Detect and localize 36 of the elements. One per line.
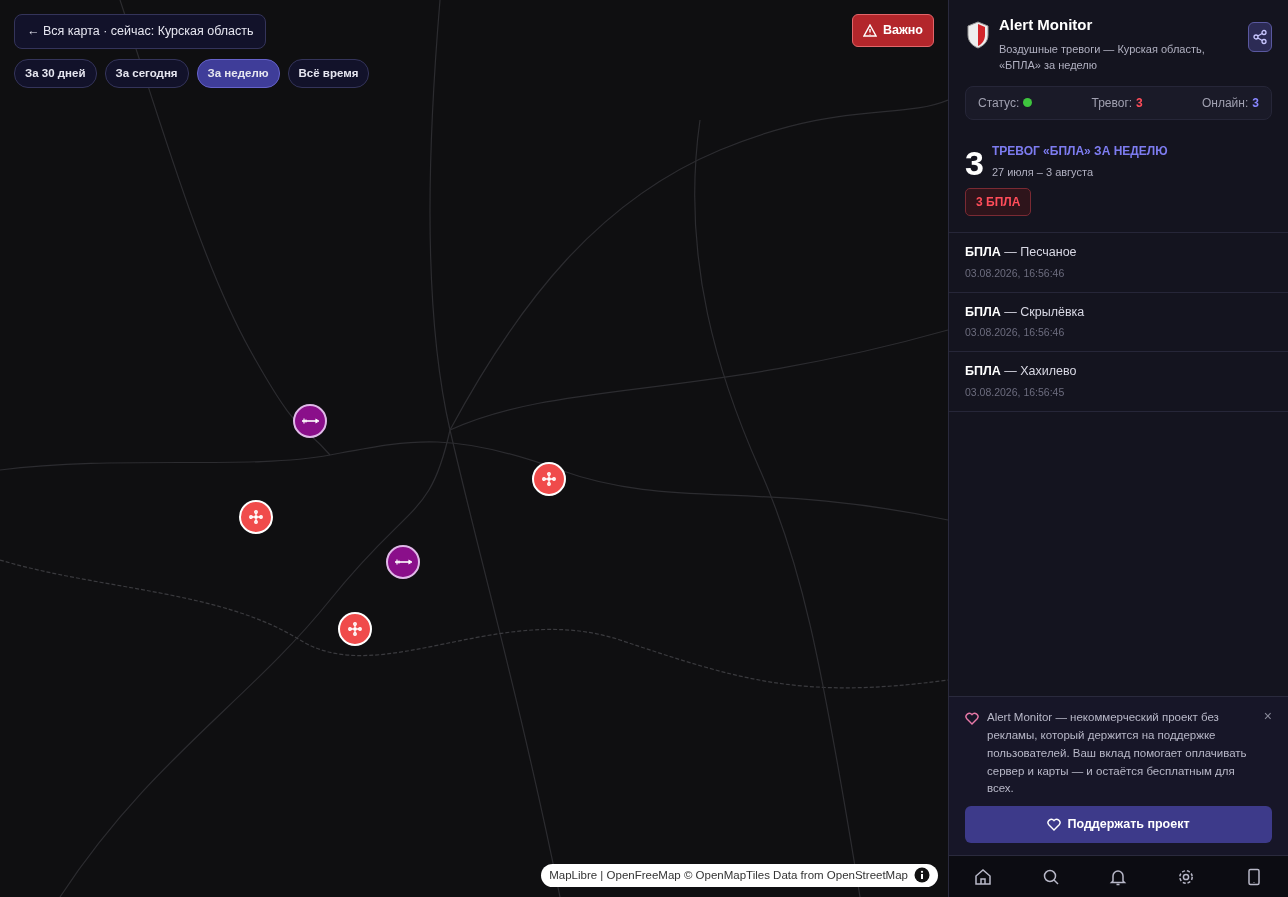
attribution-text: MapLibre | OpenFreeMap © OpenMapTiles Data from OpenStreetMap bbox=[549, 867, 908, 883]
heart-icon bbox=[965, 712, 979, 726]
alert-title[interactable]: БПЛА — Скрылёвка bbox=[965, 302, 1272, 322]
drone-icon bbox=[248, 509, 264, 525]
home-icon bbox=[972, 866, 993, 887]
alerts-count: 3 bbox=[1136, 94, 1143, 112]
warning-icon bbox=[862, 23, 877, 37]
back-button[interactable]: ← Вся карта · сейчас: Курская область bbox=[14, 14, 267, 49]
online-count: 3 bbox=[1252, 94, 1259, 112]
app-subtitle: Воздушные тревоги — Курская область, «БПЛА» за неделю bbox=[999, 41, 1206, 73]
shield-logo-icon bbox=[965, 20, 991, 50]
share-button[interactable] bbox=[1248, 22, 1272, 52]
alert-time: 03.08.2026, 16:56:46 bbox=[965, 325, 1066, 341]
drone-icon bbox=[347, 621, 363, 637]
drone-count-tag: 3 БПЛА bbox=[965, 188, 1032, 216]
support-button[interactable]: Поддержать проект bbox=[965, 806, 1272, 843]
heart-icon bbox=[1047, 818, 1062, 832]
alert-title[interactable]: БПЛА — Хахилево bbox=[965, 362, 1272, 381]
app-title: Alert Monitor bbox=[999, 15, 1094, 35]
summary-title: ТРЕВОГ «БПЛА» ЗА НЕДЕЛЮ bbox=[991, 142, 1168, 160]
info-icon[interactable] bbox=[914, 867, 930, 884]
missile-icon bbox=[301, 417, 319, 425]
share-icon bbox=[1252, 29, 1268, 45]
alert-time: 03.08.2026, 16:56:46 bbox=[965, 265, 1066, 281]
alert-total: 3 bbox=[965, 145, 984, 180]
status-label: Статус: bbox=[978, 94, 1020, 112]
alert-time: 03.08.2026, 16:56:45 bbox=[965, 384, 1066, 400]
alert-title[interactable]: БПЛА — Песчаное bbox=[965, 243, 1272, 262]
close-button[interactable]: × bbox=[1263, 709, 1272, 724]
online-label: Онлайн: bbox=[1202, 94, 1249, 112]
drone-icon bbox=[541, 471, 557, 487]
alerts-label: Тревог: bbox=[1091, 94, 1133, 112]
date-range: 27 июля – 3 августа bbox=[991, 164, 1095, 180]
missile-icon bbox=[394, 558, 412, 566]
important-button[interactable]: Важно bbox=[851, 14, 934, 47]
support-message: Alert Monitor — некоммерческий проект без рекламы, который держится на поддержке пользователей. Ваш вклад помогает оплачивать сервер и карты — и остаётся бесплатным для всех. bbox=[987, 710, 1248, 797]
